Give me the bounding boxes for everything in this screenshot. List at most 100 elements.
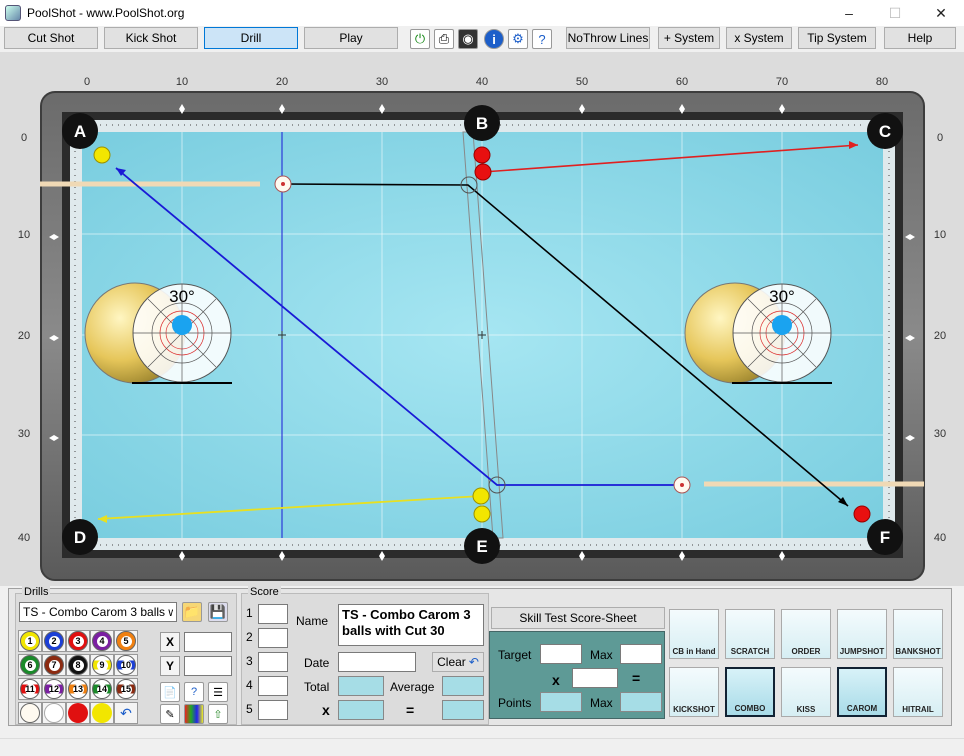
open-folder-icon[interactable]: 📁 [182, 602, 202, 622]
ball-14[interactable]: 14 [92, 679, 112, 699]
help-button[interactable]: Help [884, 27, 956, 49]
red-ball-icon[interactable] [68, 703, 88, 723]
ball-3-cell[interactable]: 3 [66, 630, 90, 652]
ball-13-cell[interactable]: 13 [66, 678, 90, 700]
ball-11-cell[interactable]: 11 [18, 678, 42, 700]
ball-8[interactable]: 8 [68, 655, 88, 675]
x-coordinate-input[interactable] [184, 632, 232, 652]
cue-ball-cell[interactable] [18, 702, 42, 724]
score-row-4-input[interactable] [258, 676, 288, 696]
x-system-button[interactable]: x System [726, 27, 792, 49]
ball-15[interactable]: 15 [116, 679, 136, 699]
info-icon[interactable]: i [484, 29, 504, 49]
ball-12[interactable]: 12 [44, 679, 64, 699]
power-icon[interactable]: ⏻ [410, 29, 430, 49]
ball-15-cell[interactable]: 15 [114, 678, 138, 700]
table-canvas[interactable]: 0 10 20 30 40 50 60 70 80 0 10 20 30 40 … [0, 52, 964, 586]
clear-button[interactable]: Clear ↶ [432, 652, 484, 672]
edit-icon[interactable]: ✎ [160, 704, 180, 724]
shot-type-cb-in-hand[interactable]: CB in Hand [669, 609, 719, 659]
shot-type-carom[interactable]: CAROM [837, 667, 887, 717]
ball-4[interactable]: 4 [92, 631, 112, 651]
ball-6-cell[interactable]: 6 [18, 654, 42, 676]
yellow-ball-2[interactable] [473, 505, 491, 523]
upload-icon[interactable]: ⇧ [208, 704, 228, 724]
ghost-ball-icon[interactable] [44, 703, 64, 723]
close-icon[interactable]: ✕ [918, 0, 964, 26]
red-ball-2[interactable] [474, 163, 492, 181]
ball-7-cell[interactable]: 7 [42, 654, 66, 676]
skill-test-button[interactable]: Skill Test Score-Sheet [491, 607, 665, 629]
date-input[interactable] [338, 652, 416, 672]
shot-type-jumpshot[interactable]: JUMPSHOT [837, 609, 887, 659]
red-ball-f[interactable] [853, 505, 871, 523]
ball-2-cell[interactable]: 2 [42, 630, 66, 652]
ball-7[interactable]: 7 [44, 655, 64, 675]
kick-shot-button[interactable]: Kick Shot [104, 27, 198, 49]
plus-system-button[interactable]: + System [658, 27, 720, 49]
score-row-1-input[interactable] [258, 604, 288, 624]
score-row-2-input[interactable] [258, 628, 288, 648]
ball-13[interactable]: 13 [68, 679, 88, 699]
max-input[interactable] [620, 644, 662, 664]
ball-10[interactable]: 10 [116, 655, 136, 675]
maximize-icon[interactable]: ☐ [872, 0, 918, 26]
ghost-ball-cell[interactable] [42, 702, 66, 724]
undo-icon[interactable]: ↶ [114, 702, 138, 724]
ball-9[interactable]: 9 [92, 655, 112, 675]
points-label: Points [498, 696, 532, 710]
red-ball-1[interactable] [473, 146, 491, 164]
shot-type-kiss[interactable]: KISS [781, 667, 831, 717]
shot-type-kickshot[interactable]: KICKSHOT [669, 667, 719, 717]
shot-type-scratch[interactable]: SCRATCH [725, 609, 775, 659]
yellow-ball-icon[interactable] [92, 703, 112, 723]
score-row-5-input[interactable] [258, 700, 288, 720]
ball-4-cell[interactable]: 4 [90, 630, 114, 652]
minimize-icon[interactable]: – [826, 0, 872, 26]
ball-11[interactable]: 11 [20, 679, 40, 699]
ball-9-cell[interactable]: 9 [90, 654, 114, 676]
play-button[interactable]: Play [304, 27, 398, 49]
drill-name-field[interactable]: TS - Combo Carom 3 balls with Cut 30 [338, 604, 484, 646]
score-row-3-input[interactable] [258, 652, 288, 672]
ball-1[interactable]: 1 [20, 631, 40, 651]
settings-icon[interactable]: ⚙ [508, 29, 528, 49]
cut-shot-button[interactable]: Cut Shot [4, 27, 98, 49]
cue-ball-icon[interactable] [20, 703, 40, 723]
yellow-ball-cell[interactable] [90, 702, 114, 724]
ball-10-cell[interactable]: 10 [114, 654, 138, 676]
ball-8-cell[interactable]: 8 [66, 654, 90, 676]
y-coordinate-input[interactable] [184, 656, 232, 676]
skill-multiplier-input[interactable] [572, 668, 618, 688]
ball-2[interactable]: 2 [44, 631, 64, 651]
drill-button[interactable]: Drill [204, 27, 298, 49]
help-doc-icon[interactable]: ? [532, 29, 552, 49]
camera-icon[interactable]: ◉ [458, 29, 478, 49]
doc-help-icon[interactable]: ? [184, 682, 204, 702]
ball-1-cell[interactable]: 1 [18, 630, 42, 652]
shot-type-combo[interactable]: COMBO [725, 667, 775, 717]
yellow-ball-a[interactable] [93, 146, 111, 164]
list-icon[interactable]: ☰ [208, 682, 228, 702]
target-input[interactable] [540, 644, 582, 664]
save-icon[interactable]: 💾 [208, 602, 228, 622]
ball-12-cell[interactable]: 12 [42, 678, 66, 700]
shot-type-bankshot[interactable]: BANKSHOT [893, 609, 943, 659]
ball-3[interactable]: 3 [68, 631, 88, 651]
drill-select[interactable] [19, 602, 177, 622]
ball-6[interactable]: 6 [20, 655, 40, 675]
nothrow-lines-button[interactable]: NoThrow Lines [566, 27, 650, 49]
shot-type-order[interactable]: ORDER [781, 609, 831, 659]
new-doc-icon[interactable]: 📄 [160, 682, 180, 702]
red-ball-cell[interactable] [66, 702, 90, 724]
result-field [442, 700, 484, 720]
palette-icon[interactable] [184, 704, 204, 724]
ball-5-cell[interactable]: 5 [114, 630, 138, 652]
print-icon[interactable]: ⎙ [434, 29, 454, 49]
pocket-label-e: E [476, 537, 487, 556]
shot-type-hitrail[interactable]: HITRAIL [893, 667, 943, 717]
ball-5[interactable]: 5 [116, 631, 136, 651]
ball-14-cell[interactable]: 14 [90, 678, 114, 700]
tip-system-button[interactable]: Tip System [798, 27, 876, 49]
yellow-ball-1[interactable] [472, 487, 490, 505]
